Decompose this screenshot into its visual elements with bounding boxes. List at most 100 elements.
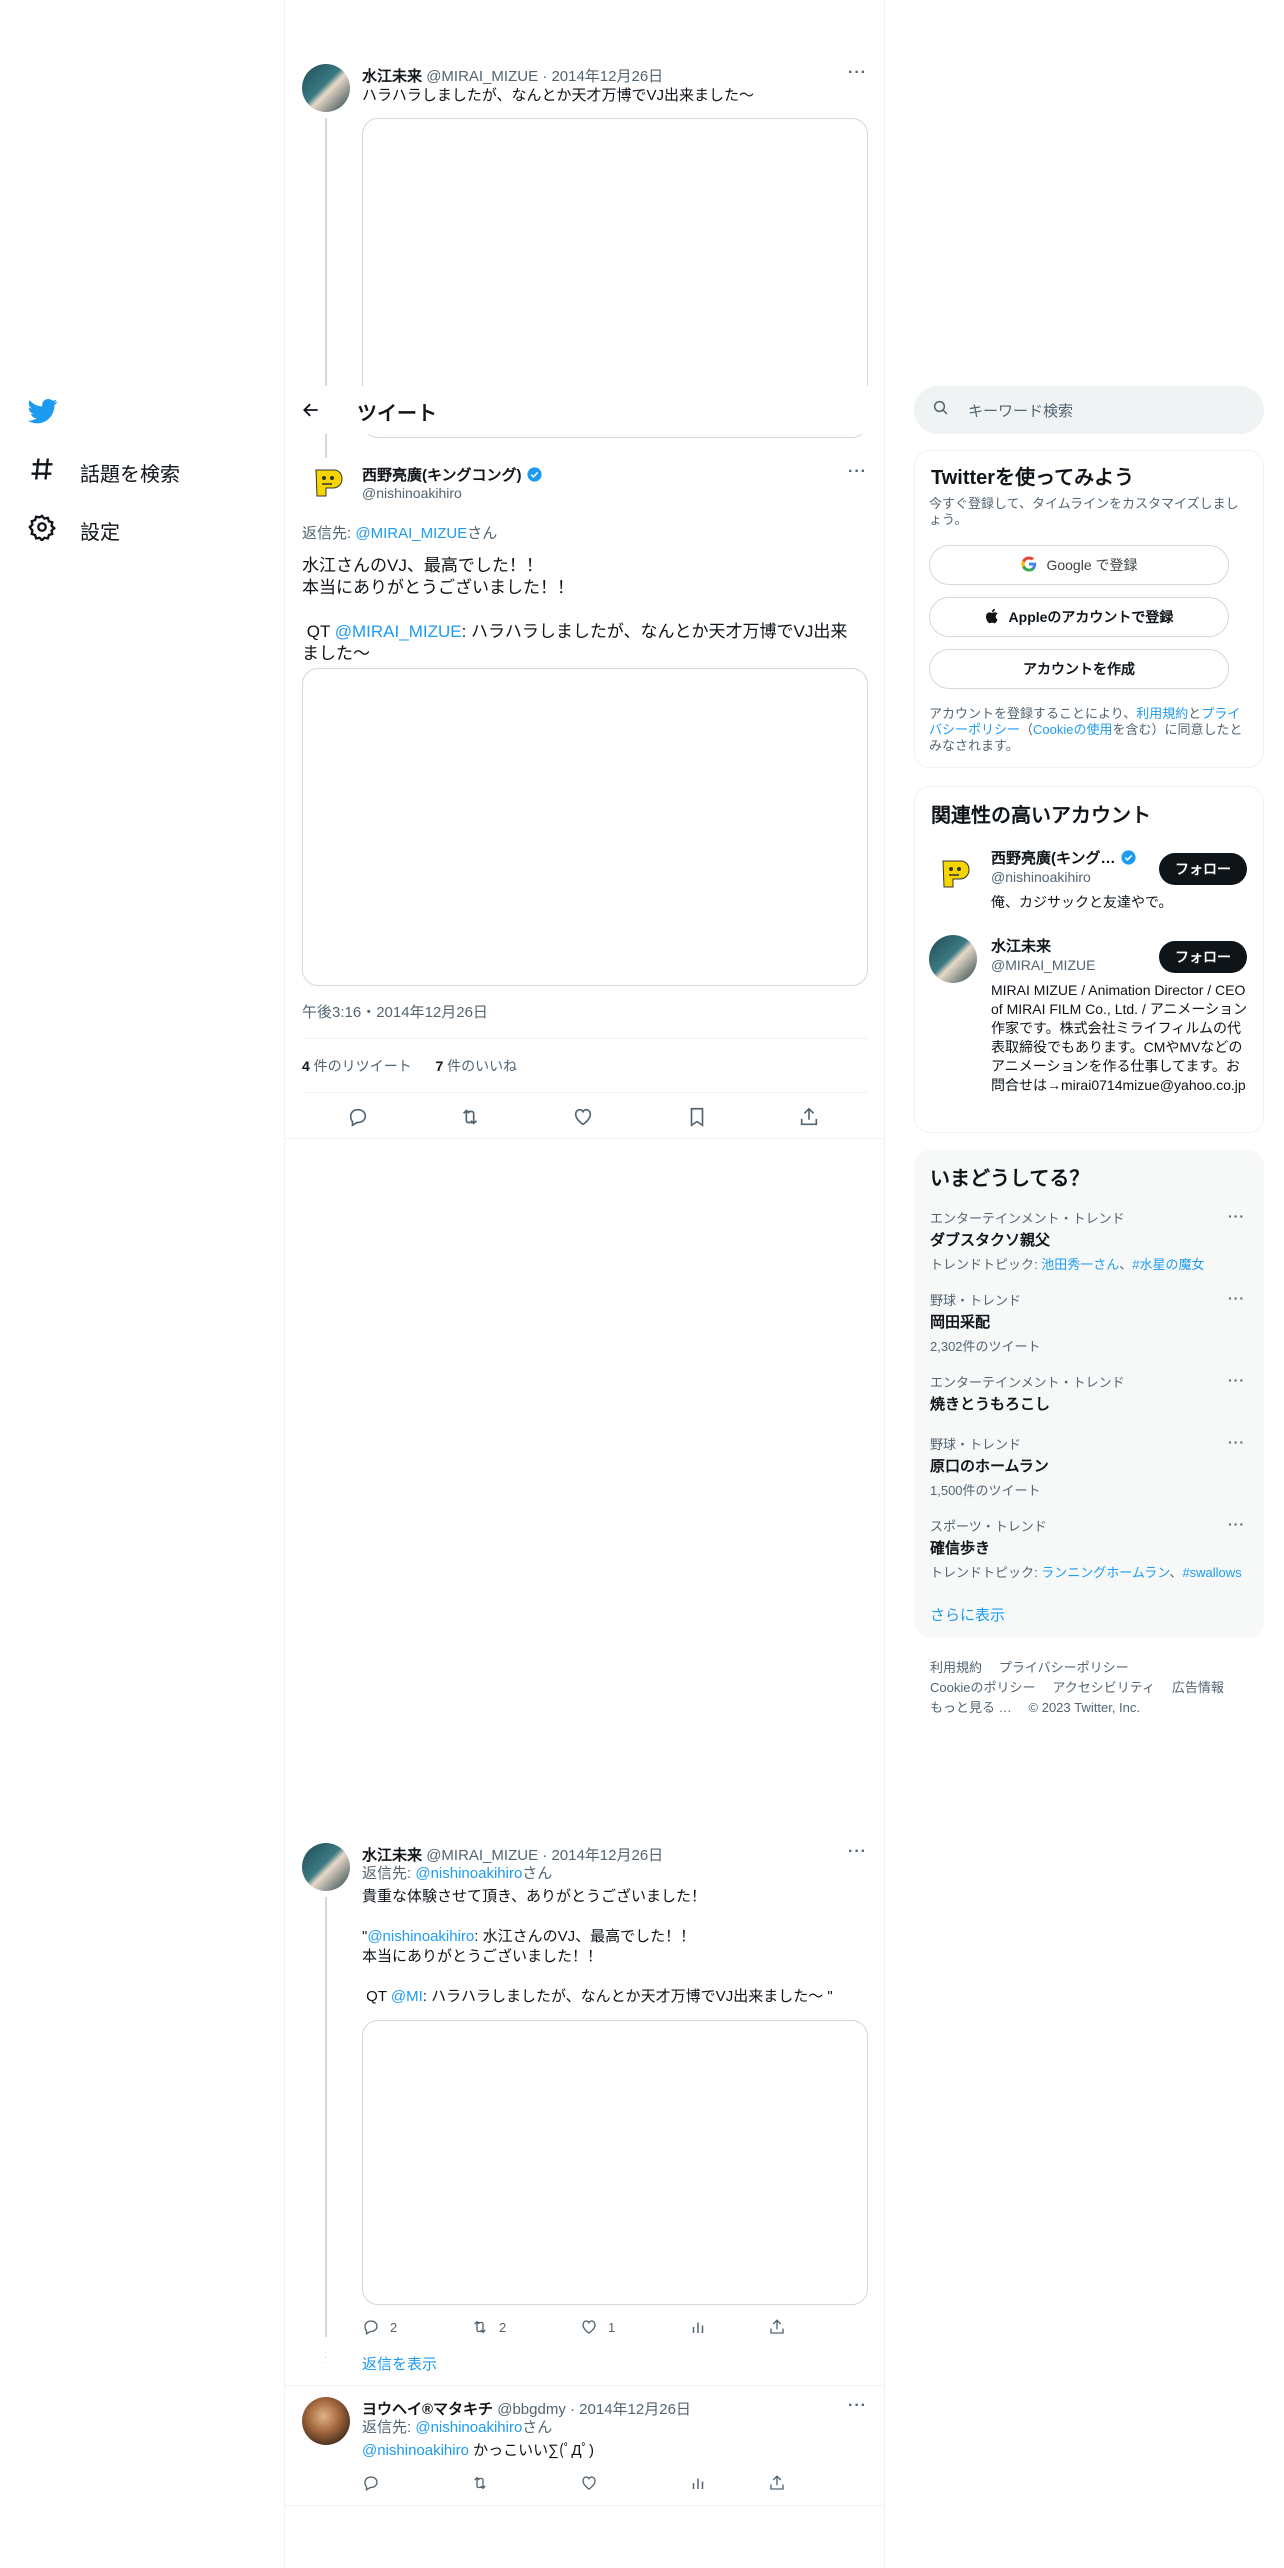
terms-link[interactable]: 利用規約	[1136, 706, 1188, 721]
retweet-count: 2	[499, 2319, 507, 2335]
avatar[interactable]	[302, 458, 350, 506]
like-count[interactable]: 7 件のいいね	[435, 1058, 517, 1074]
like-count: 1	[608, 2319, 616, 2335]
trend-item[interactable]: スポーツ・トレンド 確信歩き トレンドトピック: ランニングホームラン、#swa…	[930, 1516, 1250, 1581]
search-input[interactable]: キーワード検索	[914, 386, 1264, 434]
account-name[interactable]: 西野亮廣(キング…	[991, 847, 1137, 870]
reply-button[interactable]: 2	[362, 2318, 397, 2336]
author-name[interactable]: ヨウヘイ®マタキチ	[362, 2401, 493, 2418]
avatar[interactable]	[302, 1843, 350, 1891]
views-button[interactable]	[689, 2318, 707, 2336]
like-button[interactable]	[580, 2474, 598, 2492]
more-options-icon[interactable]: ···	[1228, 1290, 1245, 1306]
account-name[interactable]: 水江未来	[991, 935, 1051, 956]
mention-link[interactable]: @nishinoakihiro	[367, 1928, 474, 1945]
author-handle[interactable]: @nishinoakihiro	[362, 485, 462, 501]
relevant-title: 関連性の高いアカウント	[931, 805, 1151, 827]
mention-link[interactable]: @MIRAI_MIZUE	[335, 622, 462, 641]
footer-cookie-link[interactable]: Cookieのポリシー	[930, 1680, 1035, 1695]
more-options-icon[interactable]: ···	[1228, 1434, 1245, 1450]
author-name[interactable]: 西野亮廣(キングコング)	[362, 467, 522, 484]
reply-icon	[364, 2320, 378, 2335]
footer-ads-link[interactable]: 広告情報	[1172, 1680, 1224, 1695]
tweet-text: ハラハラしましたが、なんとか天才万博でVJ出来ました〜	[362, 87, 755, 104]
twitter-logo-icon[interactable]	[27, 396, 58, 426]
tweet-date[interactable]: 2014年12月26日	[551, 1847, 663, 1864]
verified-badge-icon	[526, 466, 543, 487]
views-button[interactable]	[689, 2474, 707, 2492]
mention-link[interactable]: @MI	[391, 1988, 423, 2005]
more-options-icon[interactable]: ···	[848, 64, 867, 82]
follow-button[interactable]: フォロー	[1159, 853, 1247, 885]
retweet-button[interactable]: 2	[471, 2318, 506, 2336]
share-button[interactable]	[798, 1106, 820, 1128]
reply-button[interactable]	[362, 2474, 380, 2492]
more-options-icon[interactable]: ···	[1228, 1516, 1245, 1532]
avatar[interactable]	[302, 64, 350, 112]
more-options-icon[interactable]: ···	[848, 463, 867, 481]
follow-button[interactable]: フォロー	[1159, 941, 1247, 973]
author-name[interactable]: 水江未来	[362, 68, 422, 85]
author-handle[interactable]: @bbgdmy	[497, 2401, 566, 2418]
reply-to-link[interactable]: @MIRAI_MIZUE	[355, 525, 467, 542]
trend-item[interactable]: エンターテインメント・トレンド 焼きとうもろこし	[930, 1372, 1250, 1414]
trends-card: いまどうしてる？ エンターテインメント・トレンド ダブスタクソ親父 トレンドトピ…	[914, 1150, 1264, 1638]
retweet-count[interactable]: 4 件のリツイート	[302, 1058, 412, 1074]
like-button[interactable]	[572, 1106, 594, 1128]
signup-desc: 今すぐ登録して、タイムラインをカスタマイズしましょう。	[929, 496, 1239, 527]
trend-topic-link[interactable]: #水星の魔女	[1132, 1257, 1204, 1272]
author-handle[interactable]: @MIRAI_MIZUE	[426, 68, 538, 85]
trend-topic-link[interactable]: ランニングホームラン	[1041, 1565, 1169, 1580]
cookie-link[interactable]: Cookieの使用	[1033, 722, 1112, 737]
tweet-media[interactable]	[362, 2020, 868, 2305]
tweet-date[interactable]: 2014年12月26日	[551, 68, 663, 85]
show-replies-link[interactable]: 返信を表示	[362, 2355, 437, 2375]
nav-explore[interactable]: 話題を検索	[28, 455, 180, 489]
create-account-button[interactable]: アカウントを作成	[929, 649, 1229, 689]
bookmark-button[interactable]	[686, 1106, 708, 1128]
footer-privacy-link[interactable]: プライバシーポリシー	[999, 1660, 1129, 1675]
reply-button[interactable]	[347, 1106, 369, 1128]
share-button[interactable]	[768, 2318, 786, 2336]
signup-legal: アカウントを登録することにより、利用規約とプライバシーポリシー（Cookieの使…	[929, 706, 1243, 753]
retweet-button[interactable]	[471, 2474, 489, 2492]
tweet-date[interactable]: 2014年12月26日	[579, 2401, 691, 2418]
author-name[interactable]: 水江未来	[362, 1847, 422, 1864]
like-button[interactable]: 1	[580, 2318, 615, 2336]
account-handle[interactable]: @nishinoakihiro	[991, 869, 1091, 885]
more-options-icon[interactable]: ···	[1228, 1208, 1245, 1224]
footer-more-link[interactable]: もっと見る …	[930, 1700, 1012, 1715]
more-options-icon[interactable]: ···	[848, 1843, 867, 1861]
tweet-media[interactable]	[302, 668, 868, 986]
signup-card: Twitterを使ってみよう 今すぐ登録して、タイムラインをカスタマイズしましょ…	[914, 450, 1264, 768]
trend-item[interactable]: 野球・トレンド 原口のホームラン 1,500件のツイート	[930, 1434, 1250, 1499]
show-more-link[interactable]: さらに表示	[930, 1604, 1005, 1625]
bookmark-icon	[690, 1107, 704, 1127]
nav-settings[interactable]: 設定	[28, 513, 120, 547]
google-signup-button[interactable]: Google で登録	[929, 545, 1229, 585]
trend-topic-link[interactable]: #swallows	[1182, 1565, 1241, 1580]
avatar[interactable]	[929, 935, 977, 983]
reply-count: 2	[390, 2319, 398, 2335]
author-handle[interactable]: @MIRAI_MIZUE	[426, 1847, 538, 1864]
avatar[interactable]	[302, 2397, 350, 2445]
reply-context: 返信先: @nishinoakihiroさん	[362, 2419, 553, 2436]
apple-signup-button[interactable]: Appleのアカウントで登録	[929, 597, 1229, 637]
trend-item[interactable]: エンターテインメント・トレンド ダブスタクソ親父 トレンドトピック: 池田秀一さ…	[930, 1208, 1250, 1273]
avatar[interactable]	[929, 849, 977, 897]
reply-to-link[interactable]: @nishinoakihiro	[415, 1865, 522, 1882]
account-handle[interactable]: @MIRAI_MIZUE	[991, 957, 1095, 973]
retweet-button[interactable]	[459, 1106, 481, 1128]
more-options-icon[interactable]: ···	[1228, 1372, 1245, 1388]
footer-terms-link[interactable]: 利用規約	[930, 1660, 982, 1675]
more-options-icon[interactable]: ···	[848, 2397, 867, 2415]
tweet-timestamp[interactable]: 午後3:16・2014年12月26日	[302, 1003, 488, 1023]
footer-accessibility-link[interactable]: アクセシビリティ	[1052, 1680, 1155, 1695]
mention-link[interactable]: @nishinoakihiro	[362, 2442, 469, 2459]
back-arrow-icon[interactable]	[301, 400, 321, 425]
reply-to-link[interactable]: @nishinoakihiro	[415, 2419, 522, 2436]
trend-item[interactable]: 野球・トレンド 岡田采配 2,302件のツイート	[930, 1290, 1250, 1355]
trend-topic-link[interactable]: 池田秀一さん	[1041, 1257, 1119, 1272]
share-button[interactable]	[768, 2474, 786, 2492]
retweet-icon	[474, 2476, 486, 2490]
